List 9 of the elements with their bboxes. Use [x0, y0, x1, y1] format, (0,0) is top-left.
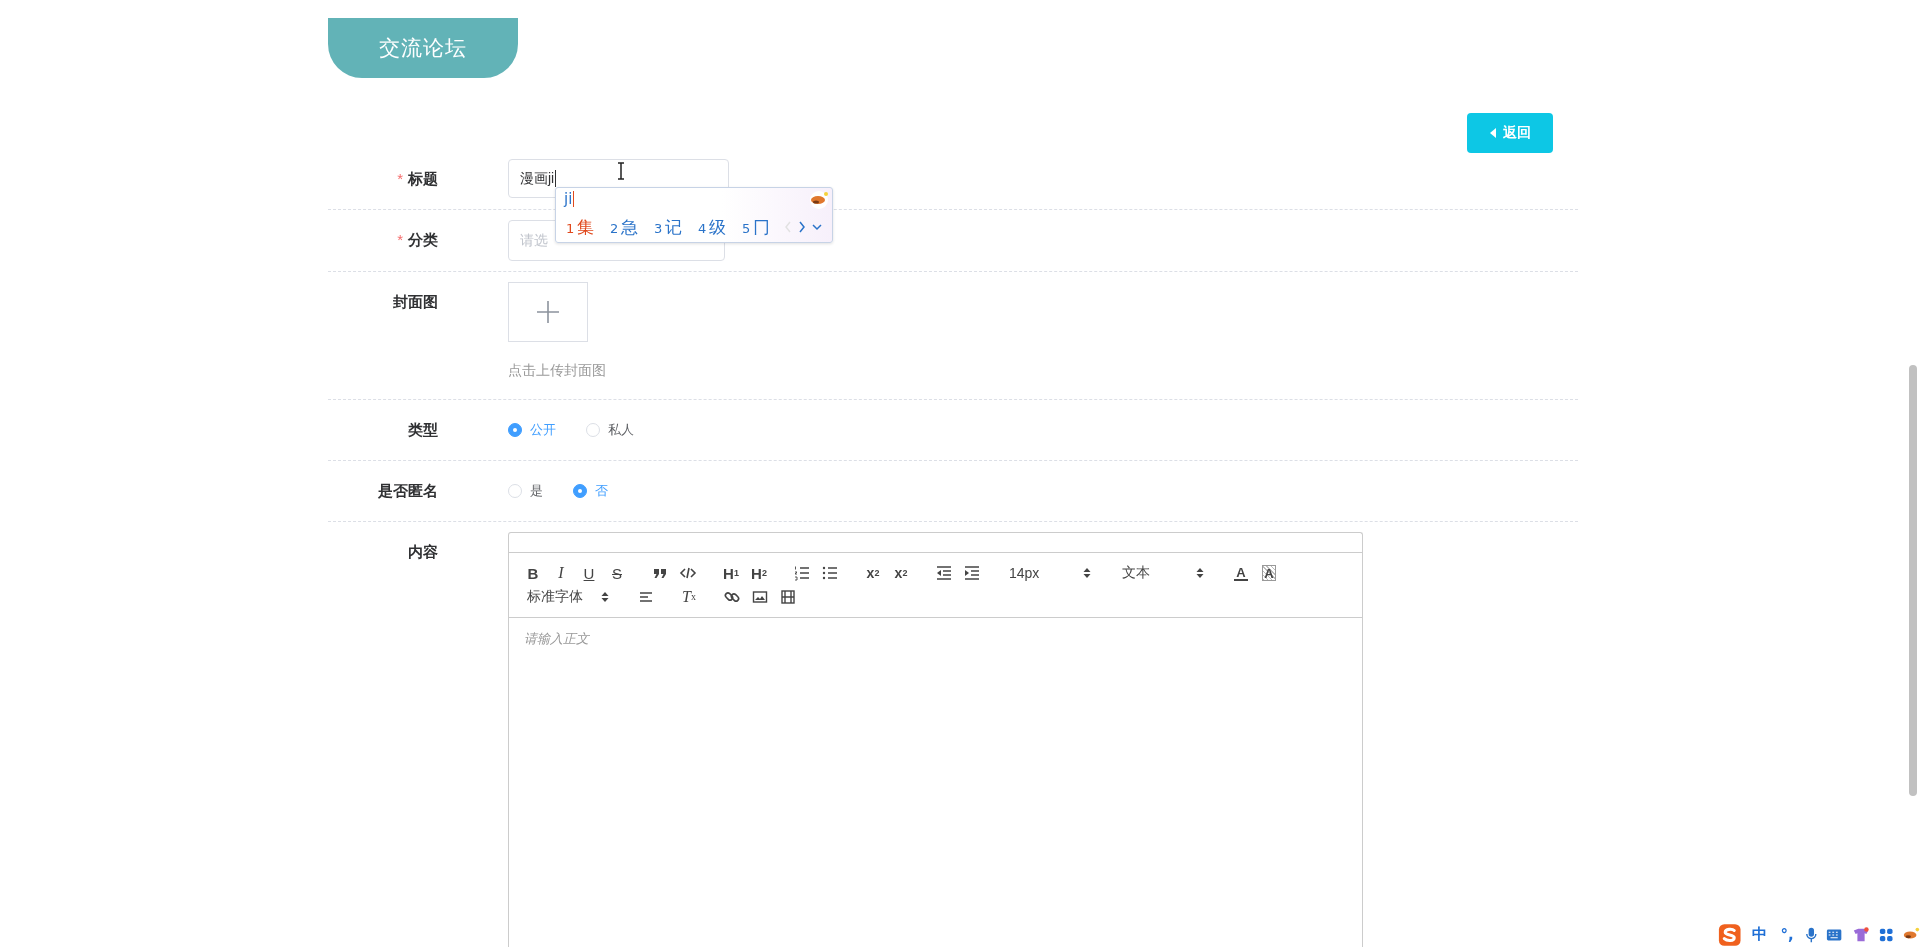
- field-label: 封面图: [393, 292, 438, 312]
- field-label: 类型: [408, 420, 438, 440]
- upload-hint: 点击上传封面图: [508, 361, 606, 380]
- field-label: 内容: [408, 542, 438, 562]
- field-label: 分类: [408, 230, 438, 250]
- required-mark: *: [397, 169, 403, 189]
- field-label: 是否匿名: [378, 481, 438, 501]
- field-label: 标题: [408, 169, 438, 189]
- required-mark: *: [397, 230, 403, 250]
